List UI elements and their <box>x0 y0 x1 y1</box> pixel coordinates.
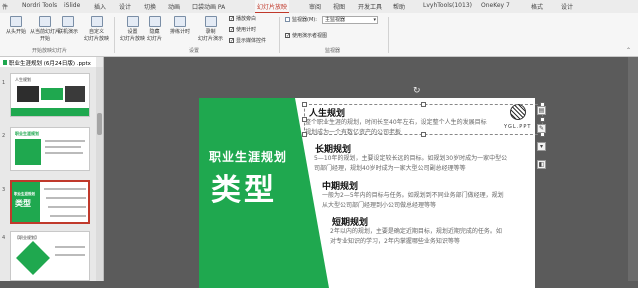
resize-handle[interactable] <box>421 132 426 137</box>
ribbon-slideshow: 从头开始 从当前幻灯片 开始 联机演示 自定义 幻灯片放映 开始放映幻灯片 设置 幻灯… <box>0 13 638 57</box>
thumb-text-line <box>45 152 83 154</box>
play-current-icon <box>39 16 51 27</box>
play-narrations-checkbox[interactable]: ✓ 播放旁白 <box>229 15 256 22</box>
group-divider <box>114 17 115 53</box>
thumb-text-line <box>44 188 86 190</box>
presenter-view-checkbox[interactable]: ✓ 使用演示者视图 <box>285 32 327 39</box>
section-desc: 司部门经理，规划40岁时成为一家大型公司副总经理等等 <box>314 165 466 172</box>
slide-number: 2 <box>2 133 6 139</box>
record-icon <box>204 16 217 27</box>
tab-help[interactable]: 帮助 <box>393 2 405 11</box>
slide-number: 4 <box>2 235 6 241</box>
hide-slide-icon <box>148 16 161 27</box>
thumbnail-scrollbar[interactable] <box>96 67 103 281</box>
ribbon-tabs: 件 Nordri Tools iSlide 插入 设计 切换 动画 口袋动画 P… <box>0 0 638 13</box>
thumb-image <box>65 86 85 102</box>
tab-lvyhtools[interactable]: LvyhTools(1013) <box>423 2 472 9</box>
monitor-select[interactable]: 主监视器 ▾ <box>322 16 378 24</box>
tab-transitions[interactable]: 切换 <box>144 2 156 11</box>
use-timings-checkbox[interactable]: ✓ 使用计时 <box>229 26 256 33</box>
tab-onekey[interactable]: OneKey 7 <box>481 2 510 9</box>
text-selection-box[interactable] <box>304 104 543 135</box>
rehearse-timings-button[interactable]: 排练计时 <box>170 16 190 35</box>
resize-handle[interactable] <box>302 132 307 137</box>
editor-scrollbar[interactable] <box>628 57 638 281</box>
style-brush-icon[interactable]: ✎ <box>537 124 546 133</box>
tab-design[interactable]: 设计 <box>119 2 131 11</box>
present-online-button[interactable]: 联机演示 <box>58 16 78 35</box>
custom-show-icon <box>90 16 103 27</box>
group-divider <box>388 17 389 53</box>
resize-handle[interactable] <box>302 117 307 122</box>
slide-thumbnail-panel: 职业生涯规划 (6月24日版) .pptx 1 人生规划 2 职业生涯规划 3 … <box>0 57 104 281</box>
slide-number: 1 <box>2 80 6 86</box>
slide-title-line1: 职业生涯规划 <box>209 150 288 164</box>
thumb-shape <box>41 88 63 100</box>
tab-review[interactable]: 审阅 <box>309 2 321 11</box>
monitor-label: 监视器(M): <box>285 16 317 23</box>
rotate-handle-icon[interactable]: ↻ <box>413 86 421 96</box>
scrollbar-thumb[interactable] <box>97 113 102 135</box>
tab-developer[interactable]: 开发工具 <box>358 2 382 11</box>
slide-thumbnail-4[interactable]: 【职业规划】 <box>10 231 90 281</box>
thumb-text-line <box>55 246 85 248</box>
record-slideshow-button[interactable]: 录制 幻灯片演示 <box>198 16 223 42</box>
section-desc: 对专业知识的学习，2年内掌握哪些业务知识等等 <box>330 238 460 245</box>
tab-format[interactable]: 格式 <box>531 2 543 11</box>
setup-icon <box>126 16 139 27</box>
thumb-text-line <box>48 206 86 208</box>
from-current-button[interactable]: 从当前幻灯片 开始 <box>30 16 60 42</box>
resize-handle[interactable] <box>540 117 545 122</box>
resize-handle[interactable] <box>421 102 426 107</box>
online-present-icon <box>62 16 74 27</box>
thumb-text-line <box>45 146 81 148</box>
group-divider <box>279 17 280 53</box>
thumb-shape <box>15 139 41 165</box>
custom-show-button[interactable]: 自定义 幻灯片放映 <box>84 16 109 42</box>
slide-thumbnail-2[interactable]: 职业生涯规划 <box>10 127 90 171</box>
file-icon <box>3 60 7 65</box>
thumb-footer-bar <box>11 108 89 116</box>
thumb-text-line <box>45 140 85 142</box>
hide-slide-button[interactable]: 隐藏 幻灯片 <box>147 16 162 42</box>
slide-thumbnail-3[interactable]: 职业生涯规划 类型 <box>10 180 90 224</box>
slide-thumbnail-1[interactable]: 人生规划 <box>10 73 90 117</box>
file-name-bar: 职业生涯规划 (6月24日版) .pptx <box>0 57 96 67</box>
group-label-setup: 设置 <box>189 48 200 54</box>
timer-icon <box>174 16 186 27</box>
section-desc: 从大型公司部门经理到小公司做总经理等等 <box>322 202 437 209</box>
setup-slideshow-button[interactable]: 设置 幻灯片放映 <box>120 16 145 42</box>
slide-number: 3 <box>2 187 6 193</box>
format-icon[interactable]: ◧ <box>537 160 546 169</box>
thumb-shape <box>16 241 50 275</box>
thumb-text-line <box>46 197 86 199</box>
from-beginning-button[interactable]: 从头开始 <box>6 16 26 35</box>
group-label-start: 开始放映幻灯片 <box>32 48 68 54</box>
play-icon <box>10 16 22 27</box>
resize-handle[interactable] <box>302 102 307 107</box>
chevron-down-icon: ▾ <box>373 17 376 23</box>
thumb-text-line <box>50 215 86 217</box>
tab-view[interactable]: 视图 <box>333 2 345 11</box>
thumb-image <box>17 86 39 102</box>
collapse-ribbon-icon[interactable]: ⌃ <box>626 47 631 54</box>
tab-file[interactable]: 件 <box>2 2 8 11</box>
thumb-text-line <box>55 254 85 256</box>
show-media-controls-checkbox[interactable]: ✓ 显示媒体控件 <box>229 37 266 44</box>
filter-icon[interactable]: ▾ <box>537 142 546 151</box>
tab-slideshow[interactable]: 幻灯片放映 <box>255 0 290 13</box>
tab-pocket-animation[interactable]: 口袋动画 PA <box>192 2 225 11</box>
layout-options-icon[interactable]: ▤ <box>537 106 546 115</box>
group-label-monitors: 监视器 <box>325 48 341 54</box>
tab-nordri-tools[interactable]: Nordri Tools <box>22 2 57 9</box>
tab-insert[interactable]: 插入 <box>94 2 106 11</box>
tab-design-2[interactable]: 设计 <box>561 2 573 11</box>
tab-animations[interactable]: 动画 <box>168 2 180 11</box>
slide-title-line2: 类型 <box>211 173 277 208</box>
tab-islide[interactable]: iSlide <box>64 2 80 9</box>
